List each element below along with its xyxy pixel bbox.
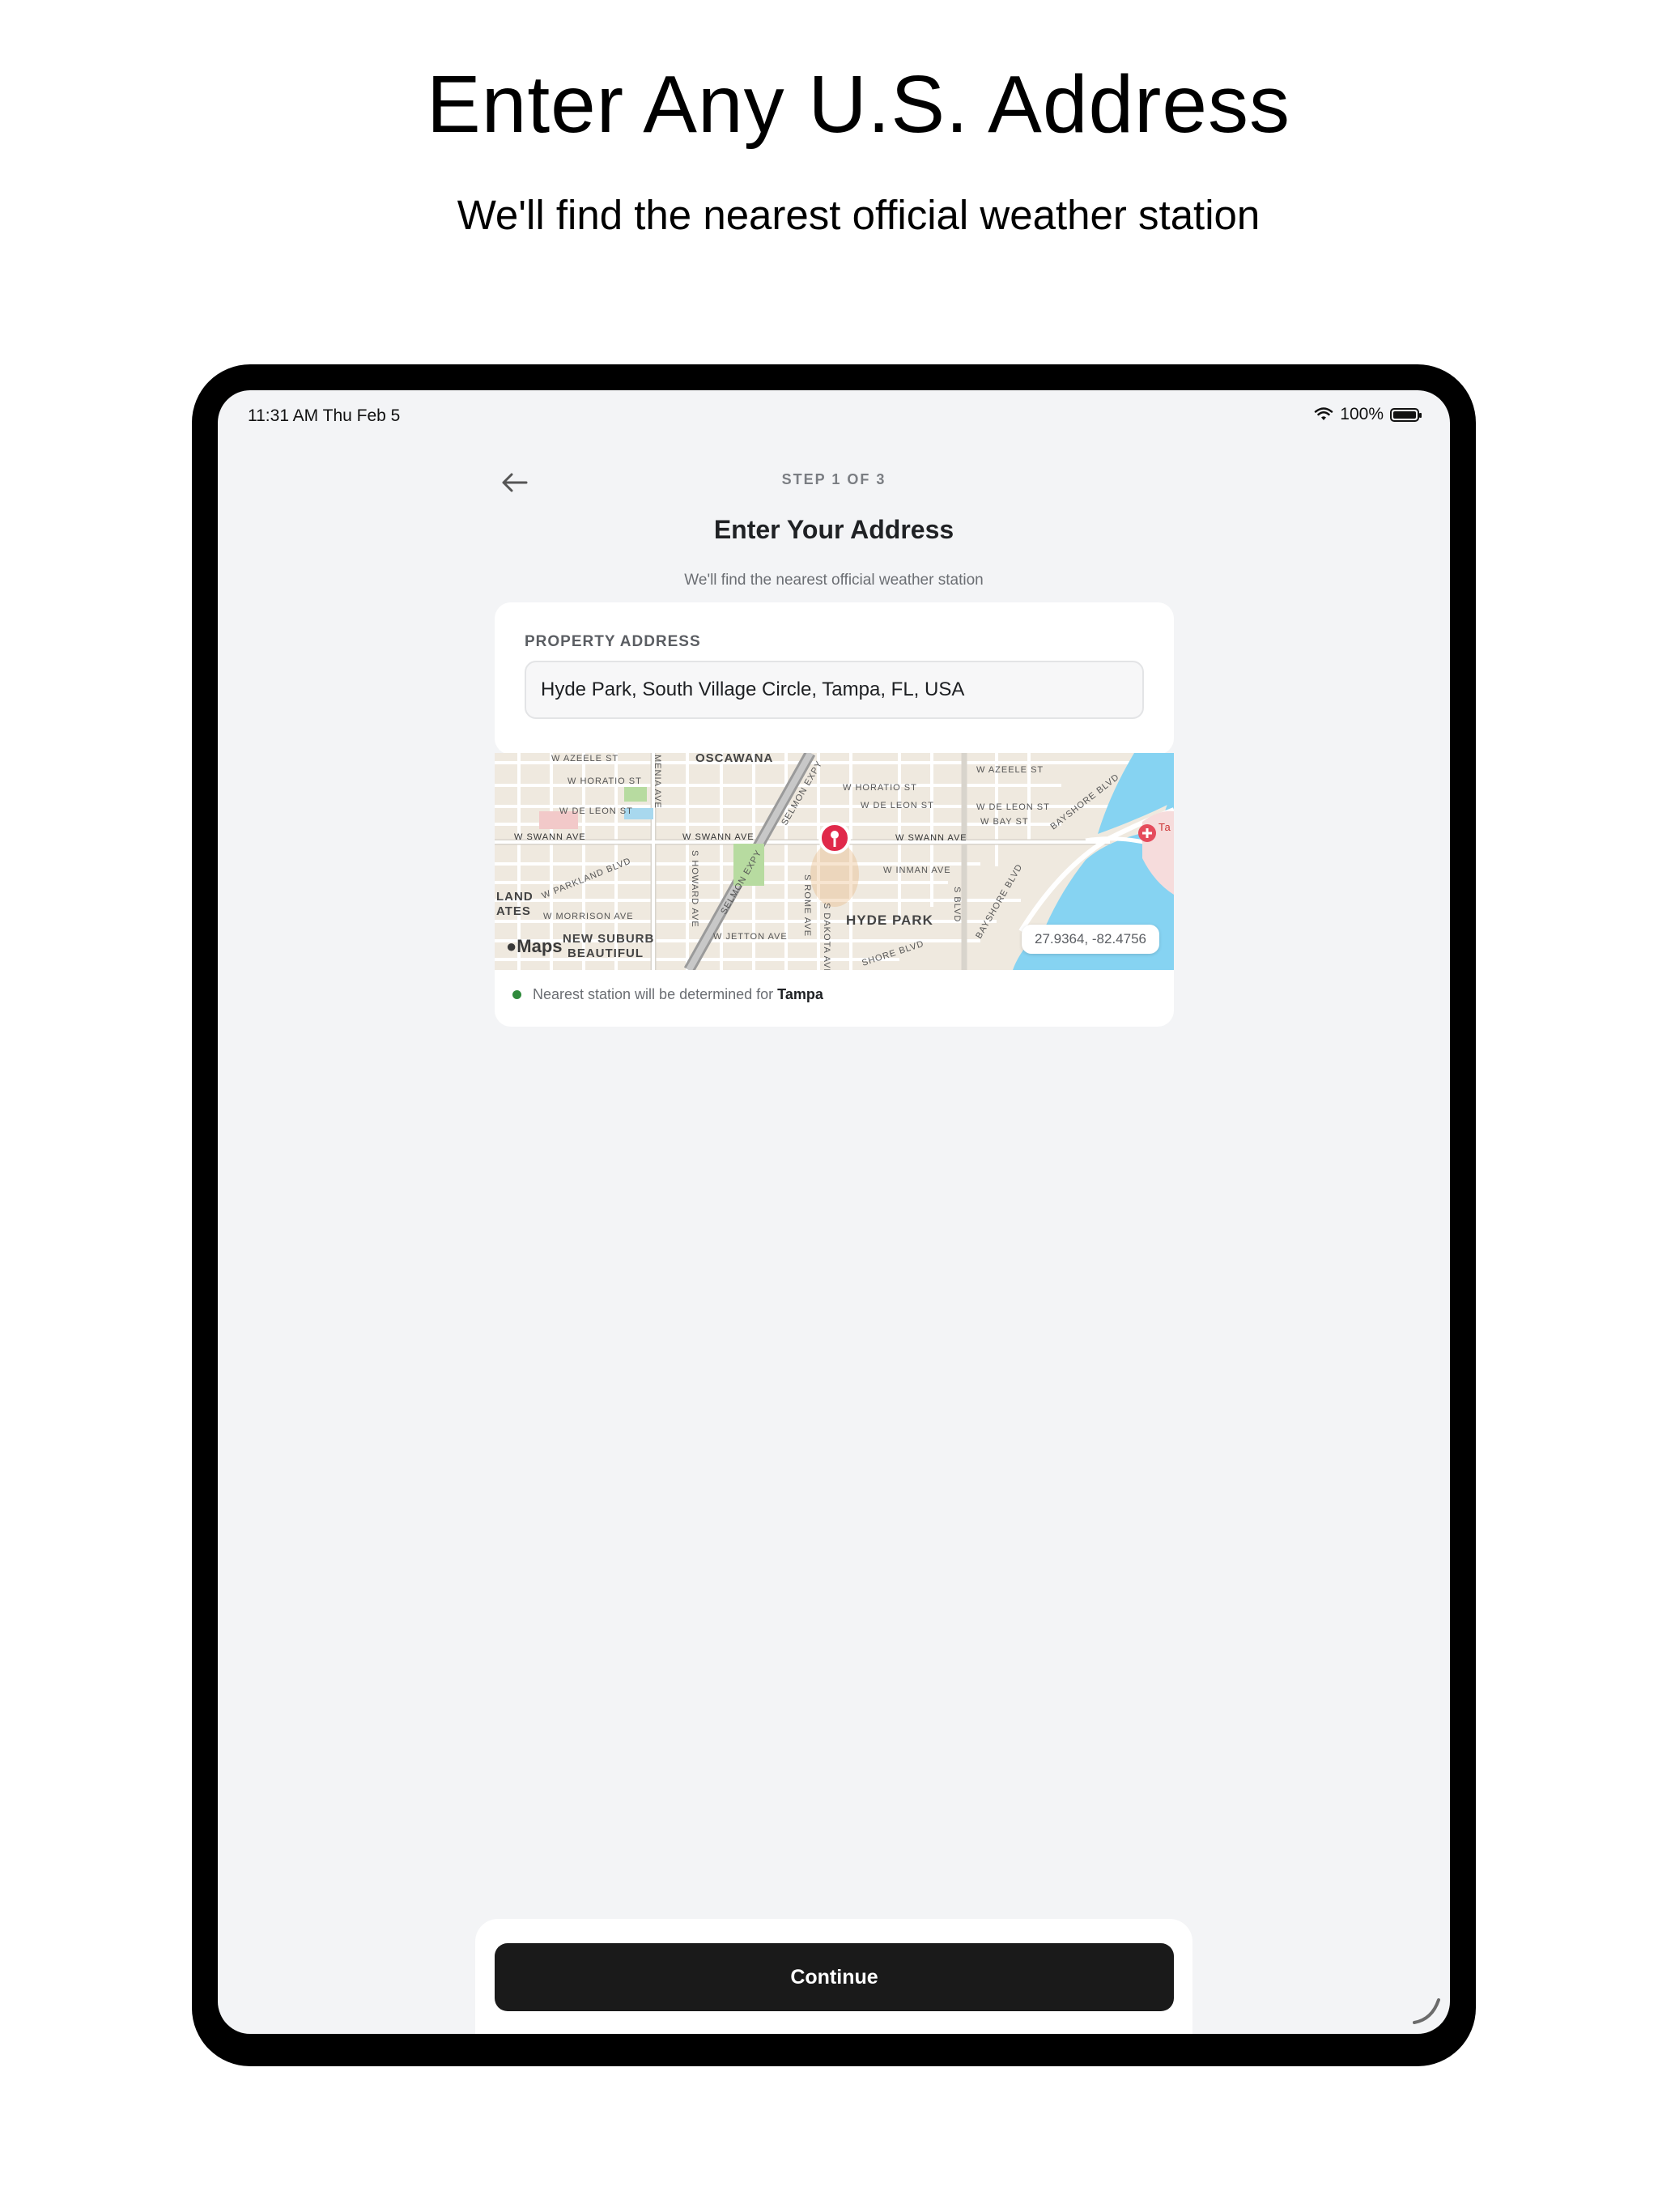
station-note-text: Nearest station will be determined for xyxy=(533,986,774,1002)
map-label-bay: W BAY ST xyxy=(980,817,1029,827)
address-card: PROPERTY ADDRESS xyxy=(495,602,1174,755)
apple-icon: ● xyxy=(506,936,517,956)
map-label-new-suburb: NEW SUBURB xyxy=(563,932,654,946)
screen-subtitle: We'll find the nearest official weather … xyxy=(684,572,984,589)
station-note: Nearest station will be determined for T… xyxy=(512,986,823,1003)
map-label-inman: W INMAN AVE xyxy=(883,866,951,875)
map-label-rome: S ROME AVE xyxy=(802,874,812,937)
map-label-swann-2: W SWANN AVE xyxy=(682,832,755,842)
map-label-bayshore-3: SHORE BLVD xyxy=(861,939,925,968)
map-label-armenia: MENIA AVE xyxy=(653,755,662,809)
map-label-horatio-2: W HORATIO ST xyxy=(843,783,917,793)
corner-indicator-icon xyxy=(1413,1998,1440,2024)
map-label-swann: W SWANN AVE xyxy=(514,832,586,842)
map-label-jetton: W JETTON AVE xyxy=(713,932,788,942)
map-label-howard: S HOWARD AVE xyxy=(690,850,699,928)
tablet-frame: 11:31 AM Thu Feb 5 100% STEP 1 OF 3 Ente… xyxy=(192,364,1476,2066)
location-map[interactable]: W AZEELE ST OSCAWANA W HORATIO ST W DE L… xyxy=(495,753,1174,970)
status-dot-icon xyxy=(512,990,521,999)
map-label-ates: ATES xyxy=(496,904,531,918)
map-label-swann-3: W SWANN AVE xyxy=(895,833,967,843)
property-address-input[interactable] xyxy=(525,661,1144,719)
app-screen: 11:31 AM Thu Feb 5 100% STEP 1 OF 3 Ente… xyxy=(218,390,1450,2034)
map-label-horatio: W HORATIO ST xyxy=(568,776,642,786)
map-label-morrison: W MORRISON AVE xyxy=(543,912,634,921)
map-label-dakota: S DAKOTA AVE xyxy=(822,903,831,970)
promo-subtitle: We'll find the nearest official weather … xyxy=(457,192,1261,238)
property-address-label: PROPERTY ADDRESS xyxy=(525,633,701,650)
map-label-azeele: W AZEELE ST xyxy=(551,754,619,764)
continue-button[interactable]: Continue xyxy=(495,1943,1174,2011)
maps-attribution: ●Maps xyxy=(506,936,563,956)
step-indicator: STEP 1 OF 3 xyxy=(781,471,886,487)
map-label-land: LAND xyxy=(496,890,534,904)
map-label-de-leon: W DE LEON ST xyxy=(559,806,633,816)
status-time-date: 11:31 AM Thu Feb 5 xyxy=(248,406,401,425)
footer-panel: Continue xyxy=(475,1919,1192,2034)
battery-percentage: 100% xyxy=(1340,405,1384,423)
map-label-de-leon-3: W DE LEON ST xyxy=(976,802,1050,812)
coordinates-chip: 27.9364, -82.4756 xyxy=(1021,925,1159,954)
map-label-beautiful: BEAUTIFUL xyxy=(568,946,644,960)
map-card: W AZEELE ST OSCAWANA W HORATIO ST W DE L… xyxy=(495,753,1174,1027)
map-label-hospital: Ta Ho xyxy=(1158,821,1174,833)
map-label-hyde-park: HYDE PARK xyxy=(846,912,933,928)
screen-title: Enter Your Address xyxy=(713,515,954,544)
map-label-oscawana: OSCAWANA xyxy=(695,753,773,765)
map-label-azeele-2: W AZEELE ST xyxy=(976,765,1044,775)
station-city: Tampa xyxy=(777,986,823,1002)
map-label-s-blvd: S BLVD xyxy=(952,887,962,922)
map-label-de-leon-2: W DE LEON ST xyxy=(861,801,934,810)
wifi-icon xyxy=(1315,407,1333,420)
promo-title: Enter Any U.S. Address xyxy=(427,59,1290,150)
status-indicators: 100% xyxy=(1314,405,1422,424)
battery-icon xyxy=(1390,407,1422,422)
